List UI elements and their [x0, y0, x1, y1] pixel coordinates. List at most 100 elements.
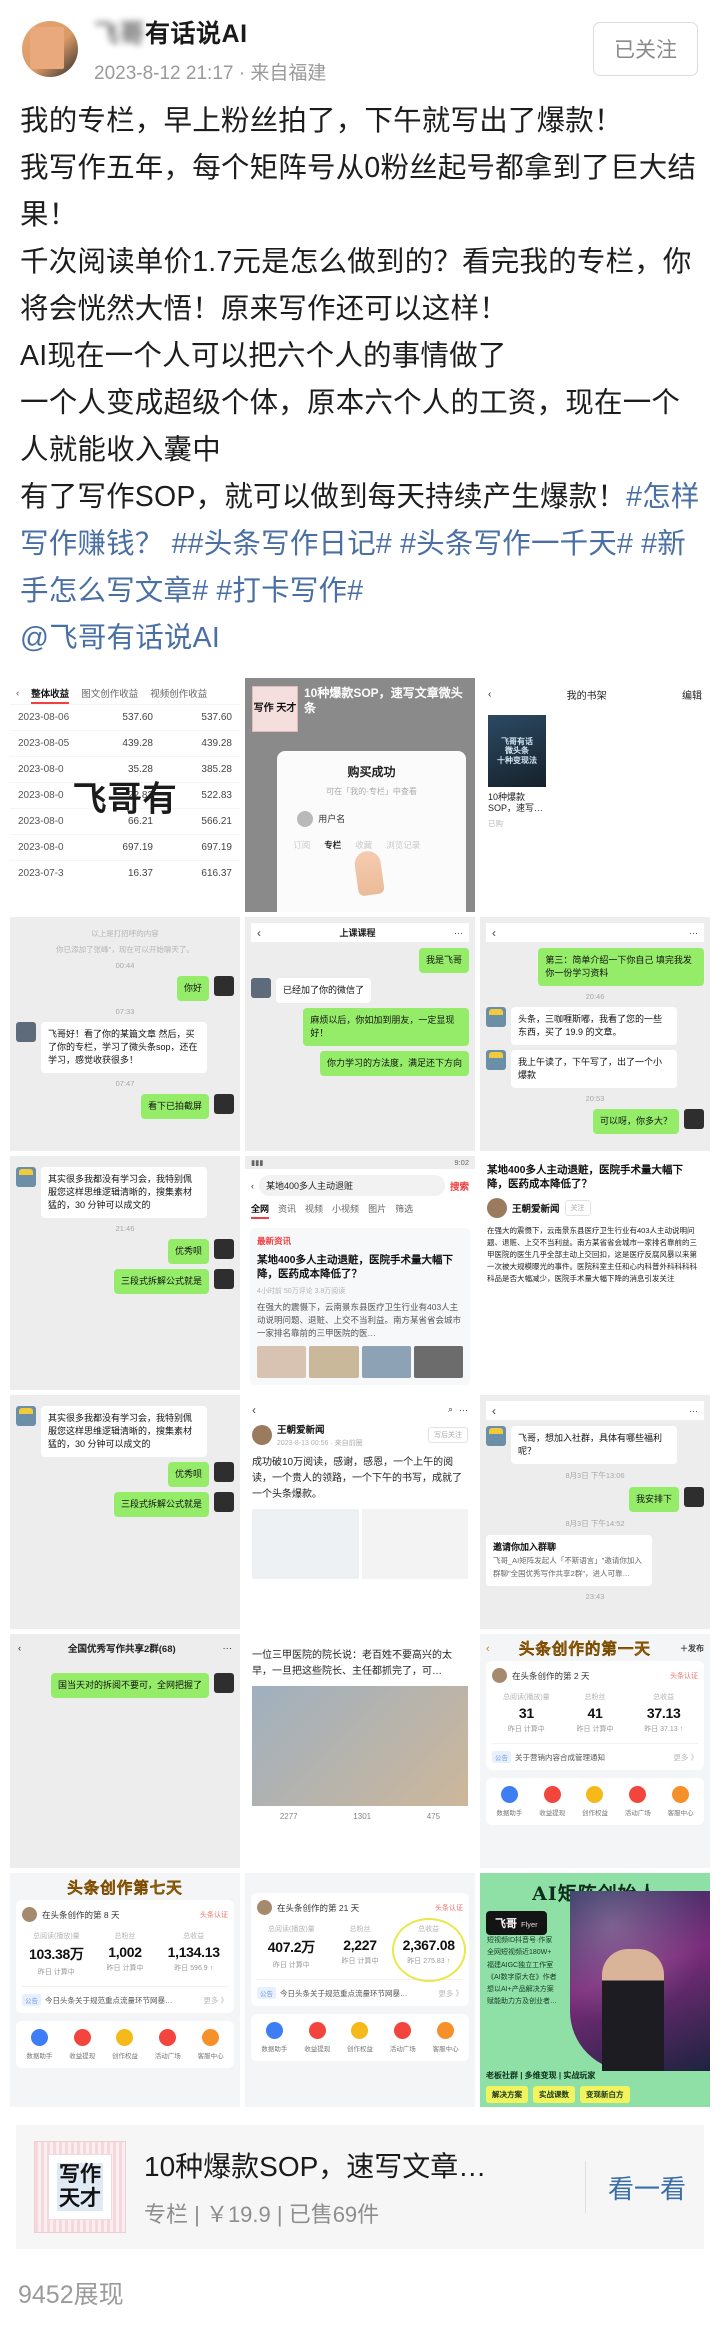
search-button[interactable]: 搜索 — [450, 1179, 469, 1193]
income-tab-0[interactable]: 整体收益 — [31, 686, 70, 704]
gallery-image-stats-day1[interactable]: ‹ 头条创作的第一天 ＋发布 在头条创作的第 2 天 头条认证 总阅读(播放)量… — [480, 1634, 710, 1868]
avatar — [486, 1050, 506, 1071]
quick-action[interactable]: 收益提现 — [296, 2022, 339, 2053]
gallery-image-purchase-success[interactable]: 写作 天才 10种爆款SOP，速写文章微头条 购买成功 可在「我的-专栏」中查看… — [245, 678, 475, 912]
book-status: 已购 — [488, 818, 503, 828]
income-tab-2[interactable]: 视频创作收益 — [150, 686, 207, 700]
quick-action[interactable]: 收益提现 — [61, 2029, 104, 2060]
signal-icon: ▮▮▮ — [251, 1158, 264, 1167]
gallery-image-chat-1[interactable]: 以上是打招呼的内容 你已添加了张峰"，现在可以开始聊天了。 00:44 你好 0… — [10, 917, 240, 1151]
search-input[interactable]: 某地400多人主动退赃 — [259, 1175, 445, 1196]
more-icon[interactable]: ··· — [454, 928, 463, 938]
chat-bubble: 可以呀，你多大？ — [592, 1109, 679, 1135]
back-icon[interactable]: ‹ — [257, 926, 261, 940]
news-tab-5[interactable]: 筛选 — [395, 1202, 413, 1219]
notice-more[interactable]: 更多 》 — [203, 1995, 228, 2006]
follow-button[interactable]: 已关注 — [593, 22, 698, 76]
gallery-image-income-table[interactable]: ‹ 整体收益 图文创作收益 视频创作收益 2023-08-06 537.60 537… — [10, 678, 240, 912]
quick-action[interactable]: 创作权益 — [339, 2022, 382, 2053]
quick-action[interactable]: 创作权益 — [574, 1786, 617, 1817]
product-card[interactable]: 写作 天才 10种爆款SOP，速写文章… 专栏 | ￥19.9 | 已售69件 … — [16, 2125, 704, 2249]
back-icon[interactable]: ‹ — [251, 1181, 254, 1191]
back-icon[interactable]: ‹ — [486, 1643, 490, 1655]
chat-system-line: 以上是打招呼的内容 — [91, 929, 159, 938]
news-tab-3[interactable]: 小视频 — [332, 1202, 359, 1219]
post-mention[interactable]: @飞哥有话说AI — [20, 615, 700, 662]
news-tab-1[interactable]: 资讯 — [278, 1202, 296, 1219]
gallery-image-ai-poster[interactable]: AI矩阵创始人 飞哥Flyer 短视频ID抖音号·作家 全网短视频近180W+ … — [480, 1873, 710, 2107]
back-icon[interactable]: ‹ — [492, 926, 496, 940]
quick-action[interactable]: 数据助手 — [488, 1786, 531, 1817]
publish-button[interactable]: ＋发布 — [680, 1643, 704, 1654]
gallery-image-chat-3[interactable]: ‹ ··· 第三：简单介绍一下你自己 填完我发你一份学习资料 20:46 头条，… — [480, 917, 710, 1151]
purchase-screenshot: 写作 天才 10种爆款SOP，速写文章微头条 购买成功 可在「我的-专栏」中查看… — [245, 678, 475, 912]
chat-message: 你力学习的方法度，满足还下方向 — [251, 1051, 469, 1077]
modal-tab-2[interactable]: 收藏 — [355, 839, 372, 851]
bookshelf-item[interactable]: 飞哥有话 微头条 十种变现法 10种爆款SOP，速写… 已购 — [480, 711, 710, 833]
modal-tab-1[interactable]: 专栏 — [324, 839, 341, 851]
more-icon[interactable]: ··· — [459, 1405, 468, 1415]
gallery-image-stats-day21[interactable]: 在头条创作的第 21 天 头条认证 总阅读(播放)量 407.2万 昨日 计算中 总… — [245, 1873, 475, 2107]
quick-action[interactable]: 数据助手 — [18, 2029, 61, 2060]
gallery-image-chat-4[interactable]: 其实很多我都没有学习会，我特别佩服您这样思维逻辑清晰的，搜集素材猛的，30 分钟… — [10, 1156, 240, 1390]
stats-notice[interactable]: 公告 关于营销内容合成管理通知 更多 》 — [492, 1743, 698, 1764]
quick-action[interactable]: 活动广场 — [616, 1786, 659, 1817]
news-tab-2[interactable]: 视频 — [305, 1202, 323, 1219]
follow-button[interactable]: 写后关注 — [428, 1427, 468, 1443]
notice-more[interactable]: 更多 》 — [673, 1752, 698, 1763]
search-icon[interactable]: ⌕ — [448, 1404, 453, 1415]
gallery-image-stats-day7[interactable]: 头条创作第七天 在头条创作的第 8 天 头条认证 总阅读(播放)量 103.38万… — [10, 1873, 240, 2107]
modal-tab-3[interactable]: 浏览记录 — [386, 839, 420, 851]
quick-action[interactable]: 客服中心 — [189, 2029, 232, 2060]
more-icon[interactable]: ··· — [689, 928, 698, 938]
chat-bubble: 其实很多我都没有学习会，我特别佩服您这样思维逻辑清晰的，搜集素材猛的，30 分钟… — [41, 1406, 207, 1458]
gallery-image-article-bottom[interactable]: 一位三甲医院的院长说：老百姓不要高兴的太早，一旦把这些院长、主任都抓完了，可… … — [245, 1634, 475, 1868]
gallery-image-article-mid[interactable]: ‹ ⌕ ··· 王朝爱新闻 2023-8-13 00:56 · 来自前圈 写后关注 … — [245, 1395, 475, 1629]
table-row: 2023-08-0 66.21 566.21 — [10, 808, 240, 834]
share-count: 475 — [426, 1812, 441, 1821]
quick-action[interactable]: 客服中心 — [424, 2022, 467, 2053]
stats-notice[interactable]: 公告 今日头条关于规范重点流量环节网暴… 更多 》 — [257, 1979, 463, 1999]
quick-action[interactable]: 数据助手 — [253, 2022, 296, 2053]
gallery-image-group-chat[interactable]: ‹ 全国优秀写作共享2群(68) ··· 国当天对的拆阅不要可，全网把握了 — [10, 1634, 240, 1868]
news-card[interactable]: 最新资讯 某地400多人主动退赃，医院手术量大幅下降，医药成本降低了？ 4小时前… — [250, 1228, 470, 1385]
news-tab-0[interactable]: 全网 — [251, 1202, 270, 1219]
stat-block: 总收益 37.13 昨日 37.13 ↑ — [629, 1692, 698, 1734]
quick-action[interactable]: 活动广场 — [381, 2022, 424, 2053]
article-author-row: 王朝爱新闻 关注 — [487, 1198, 703, 1219]
product-info: 10种爆款SOP，速写文章… 专栏 | ￥19.9 | 已售69件 — [144, 2145, 575, 2229]
news-tab-4[interactable]: 图片 — [368, 1202, 386, 1219]
income-tab-1[interactable]: 图文创作收益 — [81, 686, 138, 700]
author-name[interactable]: 飞哥有话说AI — [94, 14, 593, 50]
gallery-image-chat-5[interactable]: 其实很多我都没有学习会，我特别佩服您这样思维逻辑清晰的，搜集素材猛的，30 分钟… — [10, 1395, 240, 1629]
avatar[interactable] — [22, 21, 78, 77]
quick-action[interactable]: 客服中心 — [659, 1786, 702, 1817]
gallery-image-chat-invite[interactable]: ‹ ··· 飞哥，想加入社群，具体有哪些福利呢？ 8月3日 下午13:06 我安排… — [480, 1395, 710, 1629]
back-icon[interactable]: ‹ — [492, 1404, 496, 1418]
more-icon[interactable]: ··· — [223, 1643, 233, 1654]
chat-bubble: 三段式拆解公式就是 — [113, 1269, 209, 1295]
post-line-3: AI现在一个人可以把六个人的事情做了 — [20, 340, 507, 372]
stat-value: 103.38万 — [28, 1946, 84, 1963]
modal-tab-0[interactable]: 订阅 — [293, 839, 310, 851]
quick-action[interactable]: 活动广场 — [146, 2029, 189, 2060]
avatar — [214, 1462, 234, 1483]
gallery-image-bookshelf[interactable]: ‹ 我的书架 编辑 飞哥有话 微头条 十种变现法 10种爆款SOP，速写… 已购 — [480, 678, 710, 912]
chat-screenshot: 其实很多我都没有学习会，我特别佩服您这样思维逻辑清晰的，搜集素材猛的，30 分钟… — [10, 1395, 240, 1629]
more-icon[interactable]: ··· — [689, 1406, 698, 1416]
quick-label: 客服中心 — [197, 2053, 224, 2061]
stats-notice[interactable]: 公告 今日头条关于规范重点流量环节网暴… 更多 》 — [22, 1986, 228, 2007]
post-line-2: 千次阅读单价1.7元是怎么做到的？看完我的专栏，你将会恍然大悟！原来写作还可以这… — [20, 246, 692, 325]
gallery-image-news-search[interactable]: ▮▮▮ 9:02 ‹ 某地400多人主动退赃 搜索 全网 资讯 视频 小视频 图片… — [245, 1156, 475, 1390]
edit-button[interactable]: 编辑 — [682, 687, 702, 702]
product-cta-button[interactable]: 看一看 — [596, 2169, 686, 2206]
back-icon[interactable]: ‹ — [252, 1403, 256, 1417]
quick-action[interactable]: 收益提现 — [531, 1786, 574, 1817]
stats-days: 在头条创作的第 8 天 — [42, 1909, 120, 1920]
gallery-image-article-right[interactable]: 某地400多人主动退赃，医院手术量大幅下降，医药成本降低了？ 王朝爱新闻 关注 … — [480, 1156, 710, 1390]
quick-action[interactable]: 创作权益 — [104, 2029, 147, 2060]
notice-more[interactable]: 更多 》 — [438, 1988, 463, 1999]
gallery-image-chat-2[interactable]: ‹ 上课课程 ··· 我是飞哥 已经加了你的微信了 麻烦以后，你如加到朋友，一定显现… — [245, 917, 475, 1151]
follow-button[interactable]: 关注 — [564, 1200, 591, 1217]
back-icon[interactable]: ‹ — [16, 688, 19, 699]
